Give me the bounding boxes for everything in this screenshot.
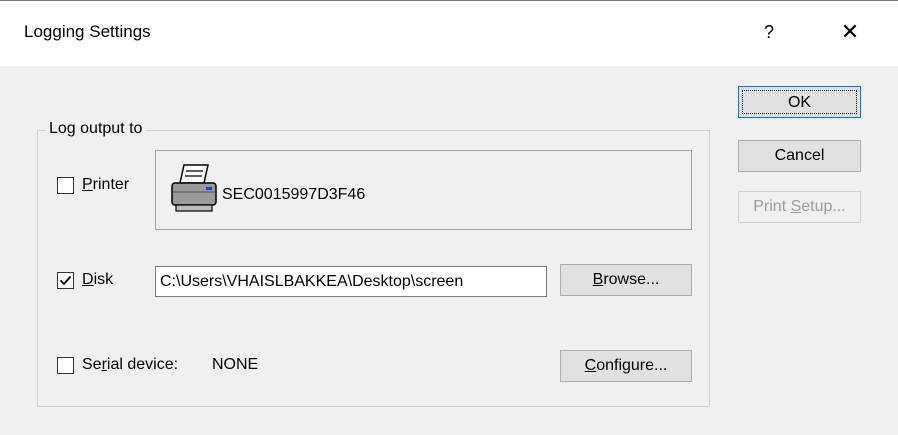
printer-checkbox[interactable] (57, 177, 74, 194)
print-setup-label-prefix: Print (753, 198, 791, 215)
serial-device-label[interactable]: Serial device: (82, 356, 178, 374)
printer-label-text: rinter (92, 176, 130, 193)
serial-device-checkbox[interactable] (57, 357, 74, 374)
browse-button[interactable]: Browse... (560, 264, 692, 296)
browse-label-text: rowse... (603, 271, 660, 288)
configure-label-hotkey: C (584, 357, 597, 374)
browse-label-hotkey: B (592, 271, 604, 288)
printer-device-name: SEC0015997D3F46 (222, 186, 366, 203)
printer-label-hotkey: P (82, 176, 93, 193)
log-output-group-label: Log output to (46, 120, 146, 138)
printer-icon (170, 163, 220, 219)
serial-label-prefix: Se (82, 356, 102, 373)
print-setup-label-hotkey: S (790, 198, 802, 215)
cancel-button[interactable]: Cancel (738, 140, 861, 172)
serial-label-text: ial device: (106, 356, 179, 373)
configure-label-text: onfigure... (596, 357, 668, 374)
disk-label[interactable]: Disk (82, 271, 113, 289)
printer-label[interactable]: Printer (82, 176, 129, 194)
disk-label-text: isk (93, 271, 114, 288)
print-setup-label-suffix: etup... (801, 198, 846, 215)
help-button[interactable]: ? (752, 14, 786, 50)
ok-button-label: OK (742, 90, 857, 114)
close-button[interactable]: ✕ (830, 14, 870, 50)
window-title: Logging Settings (24, 22, 151, 41)
checkmark-icon (59, 275, 72, 286)
disk-checkbox[interactable] (57, 272, 74, 289)
configure-button[interactable]: Configure... (560, 350, 692, 382)
disk-label-hotkey: D (82, 271, 94, 288)
print-setup-button[interactable]: Print Setup... (738, 191, 861, 223)
serial-device-value: NONE (212, 356, 259, 373)
ok-button[interactable]: OK (738, 86, 861, 118)
disk-path-input[interactable]: C:\Users\VHAISLBAKKEA\Desktop\screen (155, 266, 547, 297)
